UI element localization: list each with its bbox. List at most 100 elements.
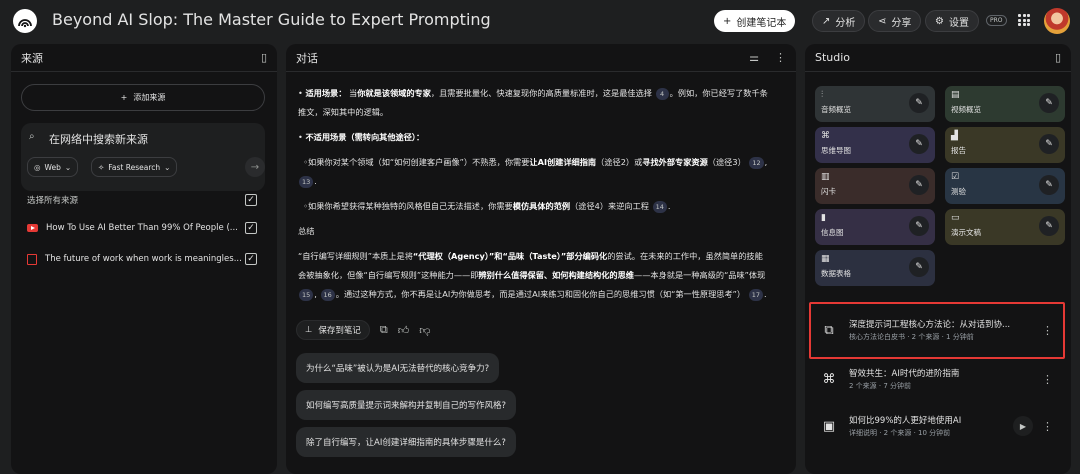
studio-tile[interactable]: ☑ 测验 ✎ bbox=[945, 168, 1065, 204]
plus-icon: + bbox=[120, 93, 128, 102]
edit-pencil-icon[interactable]: ✎ bbox=[909, 134, 929, 154]
edit-pencil-icon[interactable]: ✎ bbox=[1039, 93, 1059, 113]
video-icon: ▣ bbox=[822, 418, 836, 434]
chat-panel: 对话 ⚌ ⋮ • 适用场景： 当你就是该领域的专家，且需要批量化、快速复现你的高… bbox=[286, 44, 796, 474]
share-icon: ⋖ bbox=[878, 15, 887, 27]
studio-tile[interactable]: ▦ 数据表格 ✎ bbox=[815, 250, 935, 286]
response-actions: ⊥ 保存到笔记 ⧉ 👍︎ 👎︎ bbox=[296, 320, 430, 340]
pin-icon: ⊥ bbox=[305, 325, 313, 335]
sources-header: 来源 ▯ bbox=[11, 44, 277, 72]
notebook-title[interactable]: Beyond AI Slop: The Master Guide to Expe… bbox=[52, 10, 491, 29]
notebooklm-logo-icon[interactable] bbox=[13, 9, 37, 33]
citation-chip[interactable]: 4 bbox=[655, 88, 669, 100]
studio-tile[interactable]: ⌘ 思维导图 ✎ bbox=[815, 127, 935, 163]
web-chip-label: Web bbox=[44, 162, 61, 172]
collapse-panel-icon[interactable]: ▯ bbox=[1055, 51, 1061, 64]
apps-grid-icon[interactable] bbox=[1018, 14, 1030, 26]
source-checkbox[interactable]: ✓ bbox=[245, 253, 257, 265]
mindmap-icon: ⌘ bbox=[822, 371, 836, 387]
pro-badge: PRO bbox=[986, 15, 1007, 26]
play-button[interactable]: ▶ bbox=[1013, 416, 1033, 436]
share-button[interactable]: ⋖ 分享 bbox=[868, 10, 922, 32]
studio-panel: Studio ▯ ⫶ 音频概览 ✎ ▤ 视频概览 ✎ ⌘ 思维导图 ✎ ▟ 报告 ✎ ▥ 闪卡 ✎ ☑ 测验 ✎ ▮… bbox=[805, 44, 1071, 474]
chart-icon: ↗ bbox=[822, 15, 831, 27]
citation-chip[interactable]: 16 bbox=[320, 289, 335, 301]
note-meta: 2 个来源 · 7 分钟前 bbox=[849, 382, 912, 390]
studio-tile-label: 演示文稿 bbox=[951, 228, 981, 237]
citation-chip[interactable]: 12 bbox=[749, 157, 764, 169]
search-icon: ⌕ bbox=[29, 131, 35, 142]
studio-note-item[interactable]: ▣ 如何比99%的人更好地使用AI 详细说明 · 2 个来源 · 10 分钟前 ▶… bbox=[811, 406, 1067, 446]
web-search-box: ⌕ 在网络中搜索新来源 ◎ Web ⌄ ✧ Fast Research ⌄ → bbox=[21, 123, 265, 191]
select-all-checkbox[interactable]: ✓ bbox=[245, 194, 257, 206]
studio-note-item[interactable]: ⌘ 智效共生：AI时代的进阶指南 2 个来源 · 7 分钟前 ⋮ bbox=[811, 359, 1067, 399]
edit-pencil-icon[interactable]: ✎ bbox=[909, 257, 929, 277]
citation-chip[interactable]: 13 bbox=[299, 176, 314, 188]
create-notebook-label: 创建笔记本 bbox=[736, 17, 787, 29]
edit-pencil-icon[interactable]: ✎ bbox=[909, 175, 929, 195]
search-input[interactable]: 在网络中搜索新来源 bbox=[49, 131, 148, 147]
studio-tile[interactable]: ▭ 演示文稿 ✎ bbox=[945, 209, 1065, 245]
more-vert-icon[interactable]: ⋮ bbox=[1042, 420, 1053, 433]
studio-tile-label: 测验 bbox=[951, 187, 966, 196]
source-checkbox[interactable]: ✓ bbox=[245, 222, 257, 234]
research-chip-label: Fast Research bbox=[108, 162, 161, 172]
suggested-question[interactable]: 为什么“品味”被认为是AI无法替代的核心竞争力? bbox=[296, 353, 500, 383]
create-notebook-button[interactable]: + 创建笔记本 bbox=[714, 10, 796, 32]
chevron-down-icon: ⌄ bbox=[164, 162, 171, 172]
analyze-label: 分析 bbox=[835, 17, 856, 29]
settings-label: 设置 bbox=[948, 17, 969, 29]
studio-tile[interactable]: ▮ 信息图 ✎ bbox=[815, 209, 935, 245]
gear-icon: ⚙ bbox=[935, 15, 944, 27]
submit-search-button[interactable]: → bbox=[245, 157, 265, 177]
plus-icon: + bbox=[723, 15, 732, 27]
studio-tile[interactable]: ⫶ 音频概览 ✎ bbox=[815, 86, 935, 122]
analyze-button[interactable]: ↗ 分析 bbox=[812, 10, 866, 32]
thumb-up-icon[interactable]: 👍︎ bbox=[398, 324, 410, 337]
top-bar: Beyond AI Slop: The Master Guide to Expe… bbox=[0, 0, 1080, 42]
suggested-question[interactable]: 除了自行编写，让AI创建详细指南的具体步骤是什么? bbox=[296, 427, 516, 457]
edit-pencil-icon[interactable]: ✎ bbox=[909, 216, 929, 236]
globe-icon: ◎ bbox=[34, 162, 41, 172]
collapse-panel-icon[interactable]: ▯ bbox=[261, 51, 267, 64]
studio-tile[interactable]: ▟ 报告 ✎ bbox=[945, 127, 1065, 163]
edit-pencil-icon[interactable]: ✎ bbox=[1039, 216, 1059, 236]
copy-icon[interactable]: ⧉ bbox=[380, 323, 388, 337]
settings-button[interactable]: ⚙ 设置 bbox=[925, 10, 979, 32]
document-icon bbox=[27, 253, 37, 265]
chat-response: • 适用场景： 当你就是该领域的专家，且需要批量化、快速复现你的高质量标准时，这… bbox=[298, 88, 768, 301]
studio-tile[interactable]: ▤ 视频概览 ✎ bbox=[945, 86, 1065, 122]
source-item[interactable]: How To Use AI Better Than 99% Of People … bbox=[27, 221, 238, 235]
note-meta: 详细说明 · 2 个来源 · 10 分钟前 bbox=[849, 429, 951, 437]
research-mode-dropdown[interactable]: ✧ Fast Research ⌄ bbox=[91, 157, 178, 177]
citation-chip[interactable]: 15 bbox=[299, 289, 314, 301]
studio-tile-label: 音频概览 bbox=[821, 105, 851, 114]
studio-tile-label: 信息图 bbox=[821, 228, 844, 237]
edit-pencil-icon[interactable]: ✎ bbox=[1039, 175, 1059, 195]
citation-chip[interactable]: 14 bbox=[652, 201, 667, 213]
source-title: How To Use AI Better Than 99% Of People … bbox=[46, 223, 238, 233]
select-all-label: 选择所有来源 bbox=[27, 196, 79, 206]
save-note-label: 保存到笔记 bbox=[318, 326, 361, 336]
citation-chip[interactable]: 17 bbox=[748, 289, 764, 301]
summary-heading: 总结 bbox=[298, 226, 315, 236]
sources-title: 来源 bbox=[21, 51, 43, 65]
chevron-down-icon: ⌄ bbox=[64, 162, 72, 172]
youtube-icon bbox=[27, 224, 38, 232]
add-source-button[interactable]: + 添加来源 bbox=[21, 84, 265, 111]
more-vert-icon[interactable]: ⋮ bbox=[1042, 373, 1053, 386]
web-source-dropdown[interactable]: ◎ Web ⌄ bbox=[27, 157, 79, 177]
suggested-question[interactable]: 如何编写高质量提示词来解构并复制自己的写作风格? bbox=[296, 390, 517, 420]
edit-pencil-icon[interactable]: ✎ bbox=[909, 93, 929, 113]
save-to-note-button[interactable]: ⊥ 保存到笔记 bbox=[296, 320, 370, 340]
avatar[interactable] bbox=[1044, 8, 1070, 34]
more-vert-icon[interactable]: ⋮ bbox=[775, 51, 786, 64]
edit-pencil-icon[interactable]: ✎ bbox=[1039, 134, 1059, 154]
tune-icon[interactable]: ⚌ bbox=[749, 51, 759, 64]
thumb-down-icon[interactable]: 👎︎ bbox=[419, 324, 430, 337]
studio-tile-label: 闪卡 bbox=[821, 187, 836, 196]
studio-tile[interactable]: ▥ 闪卡 ✎ bbox=[815, 168, 935, 204]
source-item[interactable]: The future of work when work is meaningl… bbox=[27, 252, 242, 266]
sources-panel: 来源 ▯ + 添加来源 ⌕ 在网络中搜索新来源 ◎ Web ⌄ ✧ Fast Resea… bbox=[11, 44, 277, 474]
chat-title: 对话 bbox=[296, 51, 318, 65]
